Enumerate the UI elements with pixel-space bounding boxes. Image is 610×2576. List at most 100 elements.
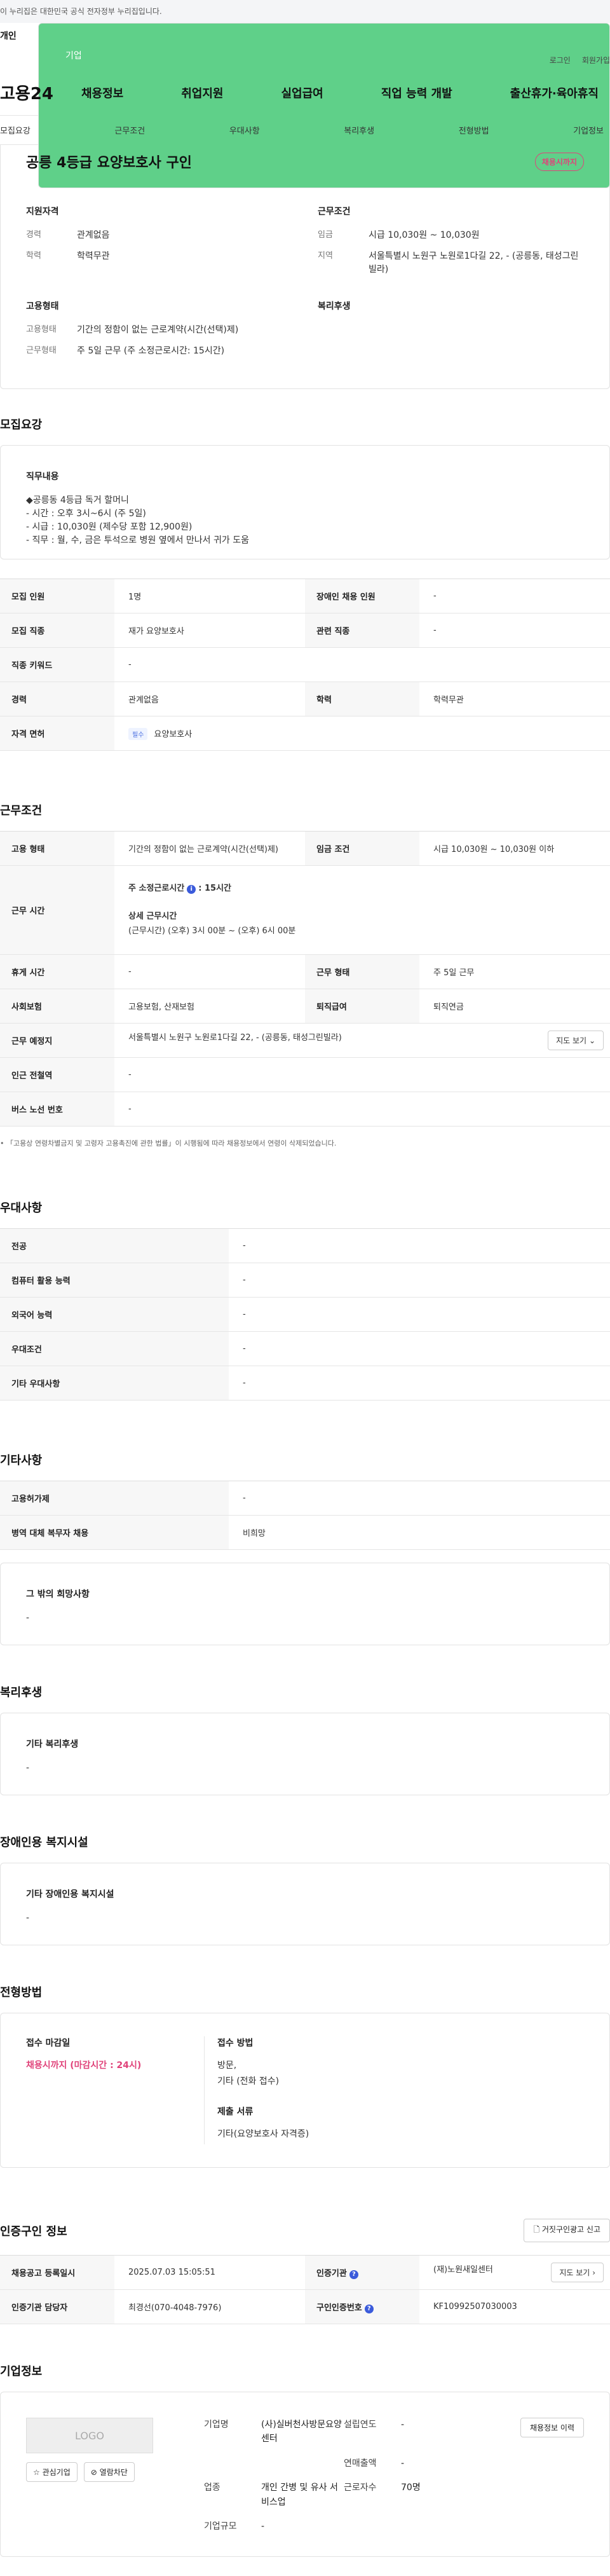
welfare-label: 기타 복리후생 [26, 1739, 79, 1750]
cert-number-value: KF10992507030003 [419, 2289, 610, 2324]
founded-label: 설립연도 [344, 2420, 377, 2430]
emp-type-value: 기간의 정함이 없는 근로계약(시간(선택)제) [77, 325, 239, 335]
qualification-title: 지원자격 [26, 207, 59, 217]
welfare-summary-block: 복리후생 [318, 299, 584, 366]
related-job-label: 관련 직종 [305, 613, 419, 648]
company-size-value: - [261, 2521, 265, 2531]
join-link[interactable]: 회원가입 [582, 55, 610, 70]
block-button-label: 열람차단 [99, 2468, 128, 2477]
gnb-item-leave[interactable]: 출산휴가·육아휴직 [510, 85, 599, 101]
place-value: 서울특별시 노원구 노원로1다길 22, - (공릉동, 태성그린빌라) [128, 1033, 342, 1043]
edu-value: 학력무관 [419, 682, 610, 716]
tab-personal[interactable]: 개인 [0, 23, 38, 47]
etc-table: 고용허가제 - 병역 대체 복무자 채용 비희망 [0, 1481, 610, 1550]
report-button-label: 거짓구인광고 신고 [541, 2225, 600, 2234]
career-value: 관계없음 [114, 682, 305, 716]
cert-number-label: 구인인증번호 [316, 2303, 362, 2313]
anchor-work[interactable]: 근무조건 [114, 124, 145, 136]
anchor-company[interactable]: 기업정보 [573, 124, 604, 136]
etc-section-title: 기타사항 [0, 1454, 43, 1467]
rest-label: 휴게 시간 [0, 954, 114, 989]
rest-value: - [114, 954, 305, 989]
qualification-block: 지원자격 경력 관계없음 학력 학력무관 [26, 205, 292, 284]
cert-map-view-button[interactable]: 지도 보기 › [551, 2263, 604, 2282]
login-link[interactable]: 로그인 [550, 55, 571, 70]
work-form-label: 근무 형태 [305, 954, 419, 989]
manager-value: 최경선(070-4048-7976) [114, 2289, 305, 2324]
table-row: 모집 직종 재가 요양보호사 관련 직종 - [0, 613, 610, 648]
table-row: 채용공고 등록일시 2025.07.03 15:05:51 인증기관? (재)노… [0, 2255, 610, 2290]
edu-label: 학력 [305, 682, 419, 716]
age-notice: • 「고용상 연령차별금지 및 고령자 고용촉진에 관한 법률」이 시행됨에 따… [0, 1139, 337, 1148]
place-cell: 서울특별시 노원구 노원로1다길 22, - (공릉동, 태성그린빌라) 지도 … [114, 1023, 610, 1058]
manager-label: 인증기관 담당자 [0, 2289, 114, 2324]
subway-label: 인근 전철역 [0, 1057, 114, 1092]
method-label: 접수 방법 [217, 2038, 254, 2048]
table-row: 고용 형태 기간의 정함이 없는 근로계약(시간(선택)제) 임금 조건 시급 … [0, 831, 610, 866]
docs-value: 기타(요양보호사 자격증) [217, 2129, 309, 2140]
welfare-box: 기타 복리후생 - [0, 1713, 610, 1795]
prefer-section-title: 우대사항 [0, 1202, 43, 1215]
cert-map-button-label: 지도 보기 [559, 2268, 590, 2277]
report-false-ad-button[interactable]: 🗋 거짓구인광고 신고 [524, 2219, 610, 2242]
anchor-process[interactable]: 전형방법 [459, 124, 489, 136]
qual-edu-value: 학력무관 [77, 251, 110, 261]
job-type-label: 모집 직종 [0, 613, 114, 648]
info-icon[interactable]: i [187, 885, 196, 894]
anchor-recruit[interactable]: 모집요강 [0, 124, 30, 136]
keyword-value: - [114, 647, 610, 682]
table-row: 휴게 시간 - 근무 형태 주 5일 근무 [0, 954, 610, 989]
process-box: 접수 마감일 채용시까지 (마감시간 : 24시) 접수 방법 방문, 기타 (… [0, 2013, 610, 2168]
table-row: 직종 키워드 - [0, 647, 610, 682]
gnb-item-unemployment-benefit[interactable]: 실업급여 [281, 85, 323, 101]
table-row: 인근 전철역 - [0, 1057, 610, 1092]
computer-label: 컴퓨터 활용 능력 [0, 1263, 229, 1298]
qual-career-label: 경력 [26, 230, 41, 240]
recruit-history-button[interactable]: 채용정보 이력 [520, 2418, 584, 2437]
permit-label: 고용허가제 [0, 1481, 229, 1516]
gnb-item-employment-support[interactable]: 취업지원 [181, 85, 223, 101]
map-view-button[interactable]: 지도 보기 ⌄ [548, 1031, 604, 1050]
cert-org-label: 인증기관 [316, 2268, 347, 2278]
subway-value: - [114, 1057, 610, 1092]
military-value: 비희망 [229, 1515, 610, 1550]
cert-table: 채용공고 등록일시 2025.07.03 15:05:51 인증기관? (재)노… [0, 2255, 610, 2324]
block-view-button[interactable]: ⊘ 열람차단 [83, 2462, 135, 2482]
emp-form-value: 주 5일 근무 (주 소정근로시간: 15시간) [77, 346, 225, 356]
permit-value: - [229, 1481, 610, 1516]
info-icon[interactable]: ? [349, 2270, 358, 2279]
star-icon: ☆ [33, 2468, 40, 2477]
retirement-value: 퇴직연금 [419, 989, 610, 1024]
employment-title: 고용형태 [26, 301, 59, 312]
recruit-table: 모집 인원 1명 장애인 채용 인원 - 모집 직종 재가 요양보호사 관련 직… [0, 579, 610, 751]
license-value: 요양보호사 [154, 729, 193, 739]
sales-value: - [401, 2458, 405, 2469]
cond-wage-label: 임금 [318, 230, 333, 240]
other-preference-label: 기타 우대사항 [0, 1366, 229, 1401]
anchor-prefer[interactable]: 우대사항 [229, 124, 260, 136]
info-icon[interactable]: ? [364, 2304, 374, 2313]
other-preference-value: - [229, 1366, 610, 1401]
keyword-label: 직종 키워드 [0, 647, 114, 682]
gnb-item-training[interactable]: 직업 능력 개발 [381, 85, 452, 101]
site-logo[interactable]: 고용24 [0, 81, 81, 104]
work-time-cell: 주 소정근로시간 i: 15시간 상세 근무시간 (근무시간) (오후) 3시 0… [114, 865, 610, 955]
company-section-title: 기업정보 [0, 2365, 43, 2378]
cond-region-value: 서울특별시 노원구 노원로1다길 22, - (공릉동, 태성그린빌라) [369, 251, 579, 275]
work-table: 고용 형태 기간의 정함이 없는 근로계약(시간(선택)제) 임금 조건 시급 … [0, 831, 610, 1127]
related-job-value: - [419, 613, 610, 648]
career-label: 경력 [0, 682, 114, 716]
recruit-section-title: 모집요강 [0, 418, 43, 432]
major-label: 전공 [0, 1228, 229, 1263]
table-row: 우대조건 - [0, 1331, 610, 1366]
gov-banner: 이 누리집은 대한민국 공식 전자정부 누리집입니다. [0, 0, 610, 23]
qual-career-value: 관계없음 [77, 230, 110, 240]
gnb-item-jobs[interactable]: 채용정보 [81, 85, 123, 101]
favorite-company-button[interactable]: ☆ 관심기업 [26, 2462, 78, 2482]
anchor-welfare[interactable]: 복리후생 [344, 124, 374, 136]
reg-date-label: 채용공고 등록일시 [0, 2255, 114, 2290]
facility-section-title: 장애인용 복지시설 [0, 1836, 88, 1849]
detail-hours-value: (근무시간) (오후) 3시 00분 ~ (오후) 6시 00분 [128, 926, 296, 936]
favorite-button-label: 관심기업 [42, 2468, 71, 2477]
retirement-label: 퇴직급여 [305, 989, 419, 1024]
